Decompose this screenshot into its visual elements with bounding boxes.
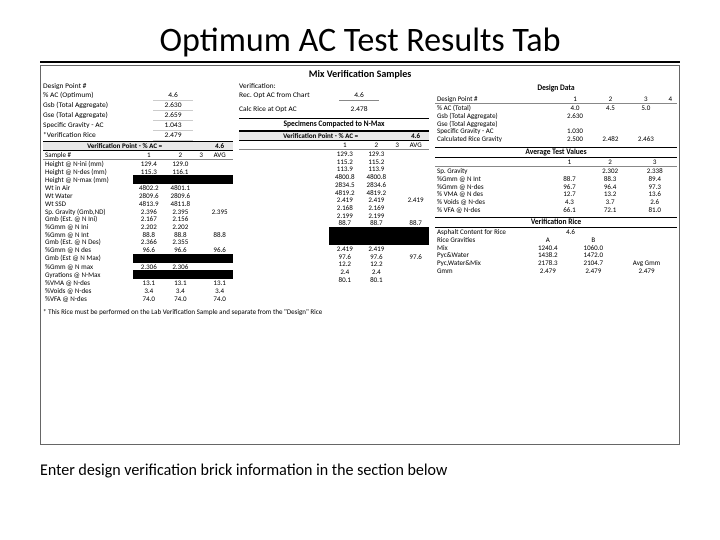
val-recopt: 4.6 bbox=[339, 91, 379, 101]
footnote: * This Rice must be performed on the Lab… bbox=[43, 308, 677, 316]
lbl-gse: Gse (Total Aggregate) bbox=[43, 111, 153, 121]
lbl-calcrice: Calc Rice at Opt AC bbox=[239, 105, 339, 114]
verif-hdr-m: Verification Point - % AC = bbox=[283, 131, 358, 140]
val-pct-ac-opt: 4.6 bbox=[153, 91, 193, 101]
spreadsheet-area: Mix Verification Samples Design Point # … bbox=[40, 65, 680, 445]
val-calcrice: 2.478 bbox=[339, 105, 379, 114]
lbl-gsb: Gsb (Total Aggregate) bbox=[43, 101, 153, 111]
verif-hdr-l: Verification Point - % AC = bbox=[87, 141, 162, 150]
design-data-title: Design Data bbox=[435, 84, 677, 93]
val-gsb: 2.630 bbox=[153, 101, 193, 111]
val-verif-rice: 2.479 bbox=[153, 131, 193, 141]
mid-table: Verification Point - % AC =4.6 123AVG 12… bbox=[239, 131, 429, 283]
lbl-verif-rice: *Verification Rice bbox=[43, 131, 153, 141]
spec-compacted-head: Specimens Compacted to N-Max bbox=[239, 118, 429, 131]
r-pctVFA: %VFA @ N-des bbox=[43, 295, 133, 303]
avg-test-title: Average Test Values bbox=[435, 147, 677, 158]
page-title: Optimum AC Test Results Tab bbox=[40, 20, 680, 63]
design-table: Design Point #1234 % AC (Total)4.04.55.0… bbox=[435, 95, 677, 143]
lbl-pct-ac-opt: % AC (Optimum) bbox=[43, 91, 153, 101]
val-sg-ac: 1.043 bbox=[153, 121, 193, 131]
mix-verif-title: Mix Verification Samples bbox=[43, 68, 677, 80]
instruction-text: Enter design verification brick informat… bbox=[40, 461, 680, 480]
avg-table: 123 Sp. Gravity2.3022.338 %Gmm @ N Int88… bbox=[435, 158, 677, 214]
verif-ac-m: 4.6 bbox=[402, 132, 429, 141]
right-panel: Design Data Design Point #1234 % AC (Tot… bbox=[435, 82, 677, 302]
verif-ac-l: 4.6 bbox=[206, 142, 233, 151]
val-gse: 2.659 bbox=[153, 111, 193, 121]
rice-table: Asphalt Content for Rice4.6 Rice Graviti… bbox=[435, 228, 677, 274]
lbl-recopt: Rec. Opt AC from Chart bbox=[239, 91, 339, 101]
lbl-verification: Verification: bbox=[239, 82, 339, 91]
lbl-sg-ac: Specific Gravity - AC bbox=[43, 121, 153, 131]
lbl-design-point: Design Point # bbox=[43, 82, 153, 91]
left-panel: Design Point # % AC (Optimum)4.6 Gsb (To… bbox=[43, 82, 233, 302]
left-table: Verification Point - % AC =4.6 Sample #1… bbox=[43, 141, 233, 302]
mid-panel: Verification: Rec. Opt AC from Chart4.6 … bbox=[239, 82, 429, 302]
